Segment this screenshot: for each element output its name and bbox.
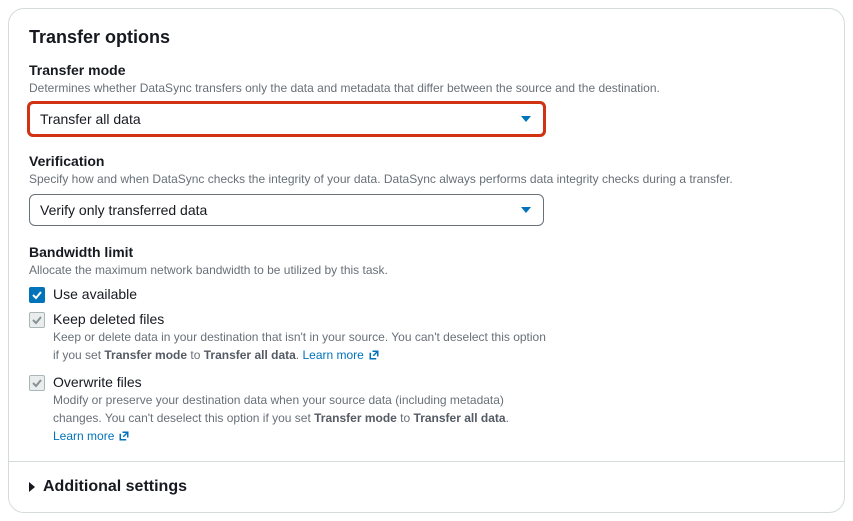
transfer-mode-value: Transfer all data (40, 111, 141, 127)
bandwidth-label: Bandwidth limit (29, 244, 824, 260)
transfer-mode-select[interactable]: Transfer all data (29, 103, 544, 135)
keep-deleted-option: Keep deleted files Keep or delete data i… (29, 311, 824, 364)
verification-field: Verification Specify how and when DataSy… (29, 153, 824, 226)
bandwidth-field: Bandwidth limit Allocate the maximum net… (29, 244, 824, 304)
verification-value: Verify only transferred data (40, 202, 207, 218)
additional-settings-toggle[interactable]: Additional settings (9, 462, 844, 512)
overwrite-learn-more-link[interactable]: Learn more (53, 427, 130, 445)
overwrite-label: Overwrite files (53, 374, 142, 390)
use-available-checkbox[interactable] (29, 287, 45, 303)
additional-settings-title: Additional settings (43, 478, 187, 496)
use-available-label: Use available (53, 286, 137, 302)
transfer-mode-field: Transfer mode Determines whether DataSyn… (29, 62, 824, 135)
bandwidth-description: Allocate the maximum network bandwidth t… (29, 262, 824, 279)
keep-deleted-description: Keep or delete data in your destination … (53, 328, 553, 364)
overwrite-option: Overwrite files Modify or preserve your … (29, 374, 824, 445)
verification-select[interactable]: Verify only transferred data (29, 194, 544, 226)
keep-deleted-checkbox (29, 312, 45, 328)
transfer-options-panel: Transfer options Transfer mode Determine… (8, 8, 845, 513)
verification-label: Verification (29, 153, 824, 169)
overwrite-checkbox (29, 375, 45, 391)
external-link-icon (368, 349, 380, 361)
section-title: Transfer options (29, 27, 824, 48)
verification-description: Specify how and when DataSync checks the… (29, 171, 824, 188)
external-link-icon (118, 430, 130, 442)
keep-deleted-label: Keep deleted files (53, 311, 164, 327)
transfer-mode-description: Determines whether DataSync transfers on… (29, 80, 824, 97)
transfer-mode-label: Transfer mode (29, 62, 824, 78)
overwrite-description: Modify or preserve your destination data… (53, 391, 553, 445)
keep-deleted-learn-more-link[interactable]: Learn more (302, 346, 379, 364)
caret-right-icon (29, 482, 35, 492)
chevron-down-icon (521, 207, 531, 213)
chevron-down-icon (521, 116, 531, 122)
